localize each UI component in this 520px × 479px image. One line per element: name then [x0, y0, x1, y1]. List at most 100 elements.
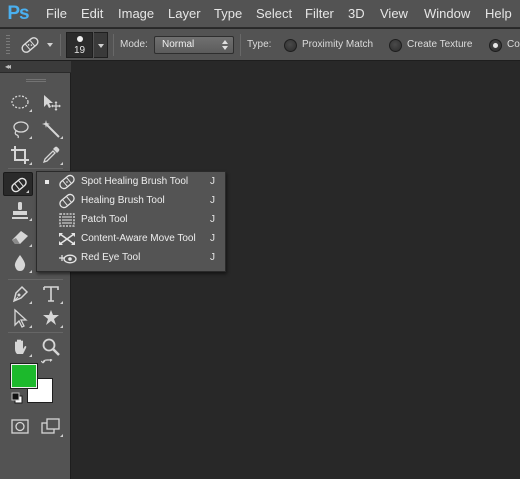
- chevron-down-icon: [98, 44, 104, 48]
- chevron-down-icon: [47, 43, 53, 47]
- flyout-item-label: Patch Tool: [81, 214, 128, 225]
- tool-eyedropper[interactable]: [36, 143, 66, 167]
- flyout-item-shortcut: J: [210, 176, 215, 187]
- tool-path-selection[interactable]: [5, 306, 35, 330]
- brush-size-preview[interactable]: 19: [66, 32, 93, 58]
- collapse-icon[interactable]: ◂◂: [5, 62, 11, 72]
- submenu-corner-icon: [60, 301, 63, 304]
- tool-move[interactable]: [36, 90, 66, 114]
- panel-grip[interactable]: [26, 79, 46, 82]
- flyout-item-shortcut: J: [210, 214, 215, 225]
- submenu-corner-icon: [26, 190, 29, 193]
- radio-content-aware[interactable]: [489, 39, 502, 52]
- divider: [8, 168, 63, 169]
- path-selection-icon: [14, 308, 28, 328]
- submenu-corner-icon: [29, 109, 32, 112]
- radio-proximity-match[interactable]: [284, 39, 297, 52]
- healing-brush-icon: [59, 193, 75, 209]
- submenu-corner-icon: [29, 301, 32, 304]
- tool-zoom[interactable]: [36, 335, 66, 359]
- default-colors-icon[interactable]: [11, 392, 23, 407]
- menu-edit[interactable]: Edit: [81, 0, 103, 28]
- menu-help[interactable]: Help: [485, 0, 512, 28]
- menu-layer[interactable]: Layer: [168, 0, 201, 28]
- radio-proximity-match-label[interactable]: Proximity Match: [302, 29, 373, 61]
- tool-elliptical-marquee[interactable]: [5, 90, 35, 114]
- submenu-corner-icon: [29, 244, 32, 247]
- menu-3d[interactable]: 3D: [348, 0, 365, 28]
- flyout-item-shortcut: J: [210, 252, 215, 263]
- move-icon: [44, 95, 61, 111]
- menu-window[interactable]: Window: [424, 0, 470, 28]
- menu-filter[interactable]: Filter: [305, 0, 334, 28]
- type-label: Type:: [247, 39, 272, 50]
- tool-magic-wand[interactable]: [36, 117, 66, 141]
- submenu-corner-icon: [60, 434, 63, 437]
- flyout-item-label: Spot Healing Brush Tool: [81, 176, 189, 187]
- brush-size-value: 19: [73, 45, 86, 56]
- brush-tip-icon: [77, 36, 83, 42]
- tool-blur[interactable]: [5, 251, 35, 275]
- flyout-item-label: Content-Aware Move Tool: [81, 233, 196, 244]
- divider: [240, 34, 241, 56]
- tool-clone-stamp[interactable]: [5, 199, 35, 223]
- flyout-item-label: Red Eye Tool: [81, 252, 141, 263]
- crop-icon: [11, 146, 29, 164]
- options-bar: 19 Mode: Normal Type: Proximity Match Cr…: [0, 29, 520, 61]
- brush-picker-button[interactable]: [94, 32, 108, 58]
- tool-crop[interactable]: [5, 143, 35, 167]
- screen-mode-icon: [41, 418, 60, 434]
- tool-screen-mode[interactable]: [36, 415, 66, 439]
- submenu-corner-icon: [29, 325, 32, 328]
- submenu-corner-icon: [29, 354, 32, 357]
- healing-tools-flyout: Spot Healing Brush Tool J Healing Brush …: [36, 171, 226, 272]
- tool-lasso[interactable]: [5, 117, 35, 141]
- select-arrows-icon: [222, 39, 229, 51]
- menu-view[interactable]: View: [380, 0, 408, 28]
- tool-pen[interactable]: [5, 282, 35, 306]
- divider: [60, 34, 61, 56]
- radio-content-aware-label[interactable]: Content-Aware: [507, 29, 520, 61]
- foreground-color-swatch[interactable]: [10, 363, 38, 389]
- tool-custom-shape[interactable]: [36, 306, 66, 330]
- menu-file[interactable]: File: [46, 0, 67, 28]
- flyout-item-shortcut: J: [210, 233, 215, 244]
- flyout-item-label: Healing Brush Tool: [81, 195, 165, 206]
- tools-panel-header[interactable]: ◂◂: [0, 61, 71, 73]
- mode-label: Mode:: [120, 39, 148, 50]
- menu-select[interactable]: Select: [256, 0, 292, 28]
- eraser-icon: [12, 231, 28, 244]
- menu-image[interactable]: Image: [118, 0, 154, 28]
- submenu-corner-icon: [29, 162, 32, 165]
- eyedropper-icon: [42, 146, 60, 164]
- radio-create-texture-label[interactable]: Create Texture: [407, 29, 472, 61]
- type-icon: [43, 286, 59, 302]
- patch-icon: [59, 213, 75, 227]
- tool-hand[interactable]: [5, 335, 35, 359]
- clone-stamp-icon: [12, 202, 28, 219]
- tool-eraser[interactable]: [5, 225, 35, 249]
- submenu-corner-icon: [29, 270, 32, 273]
- flyout-item-healing-brush[interactable]: Healing Brush Tool J: [37, 191, 225, 210]
- mode-select-value: Normal: [162, 39, 195, 50]
- flyout-item-red-eye[interactable]: Red Eye Tool J: [37, 248, 225, 267]
- menu-type[interactable]: Type: [214, 0, 242, 28]
- menu-bar: Ps File Edit Image Layer Type Select Fil…: [0, 0, 520, 28]
- mode-select[interactable]: Normal: [154, 36, 234, 54]
- tool-spot-healing-brush[interactable]: [3, 172, 33, 196]
- flyout-item-spot-healing-brush[interactable]: Spot Healing Brush Tool J: [37, 172, 225, 191]
- divider: [8, 279, 63, 280]
- radio-create-texture[interactable]: [389, 39, 402, 52]
- submenu-corner-icon: [29, 136, 32, 139]
- red-eye-icon: [59, 254, 77, 264]
- hand-icon: [15, 339, 27, 354]
- flyout-item-content-aware-move[interactable]: Content-Aware Move Tool J: [37, 229, 225, 248]
- tool-quick-mask[interactable]: [5, 415, 35, 439]
- selected-bullet-icon: [45, 180, 49, 184]
- tool-preset-picker[interactable]: [16, 33, 56, 57]
- content-aware-move-icon: [59, 233, 75, 245]
- tool-type[interactable]: [36, 282, 66, 306]
- swap-colors-icon[interactable]: [40, 358, 53, 374]
- options-bar-grip[interactable]: [6, 35, 10, 55]
- flyout-item-patch[interactable]: Patch Tool J: [37, 210, 225, 229]
